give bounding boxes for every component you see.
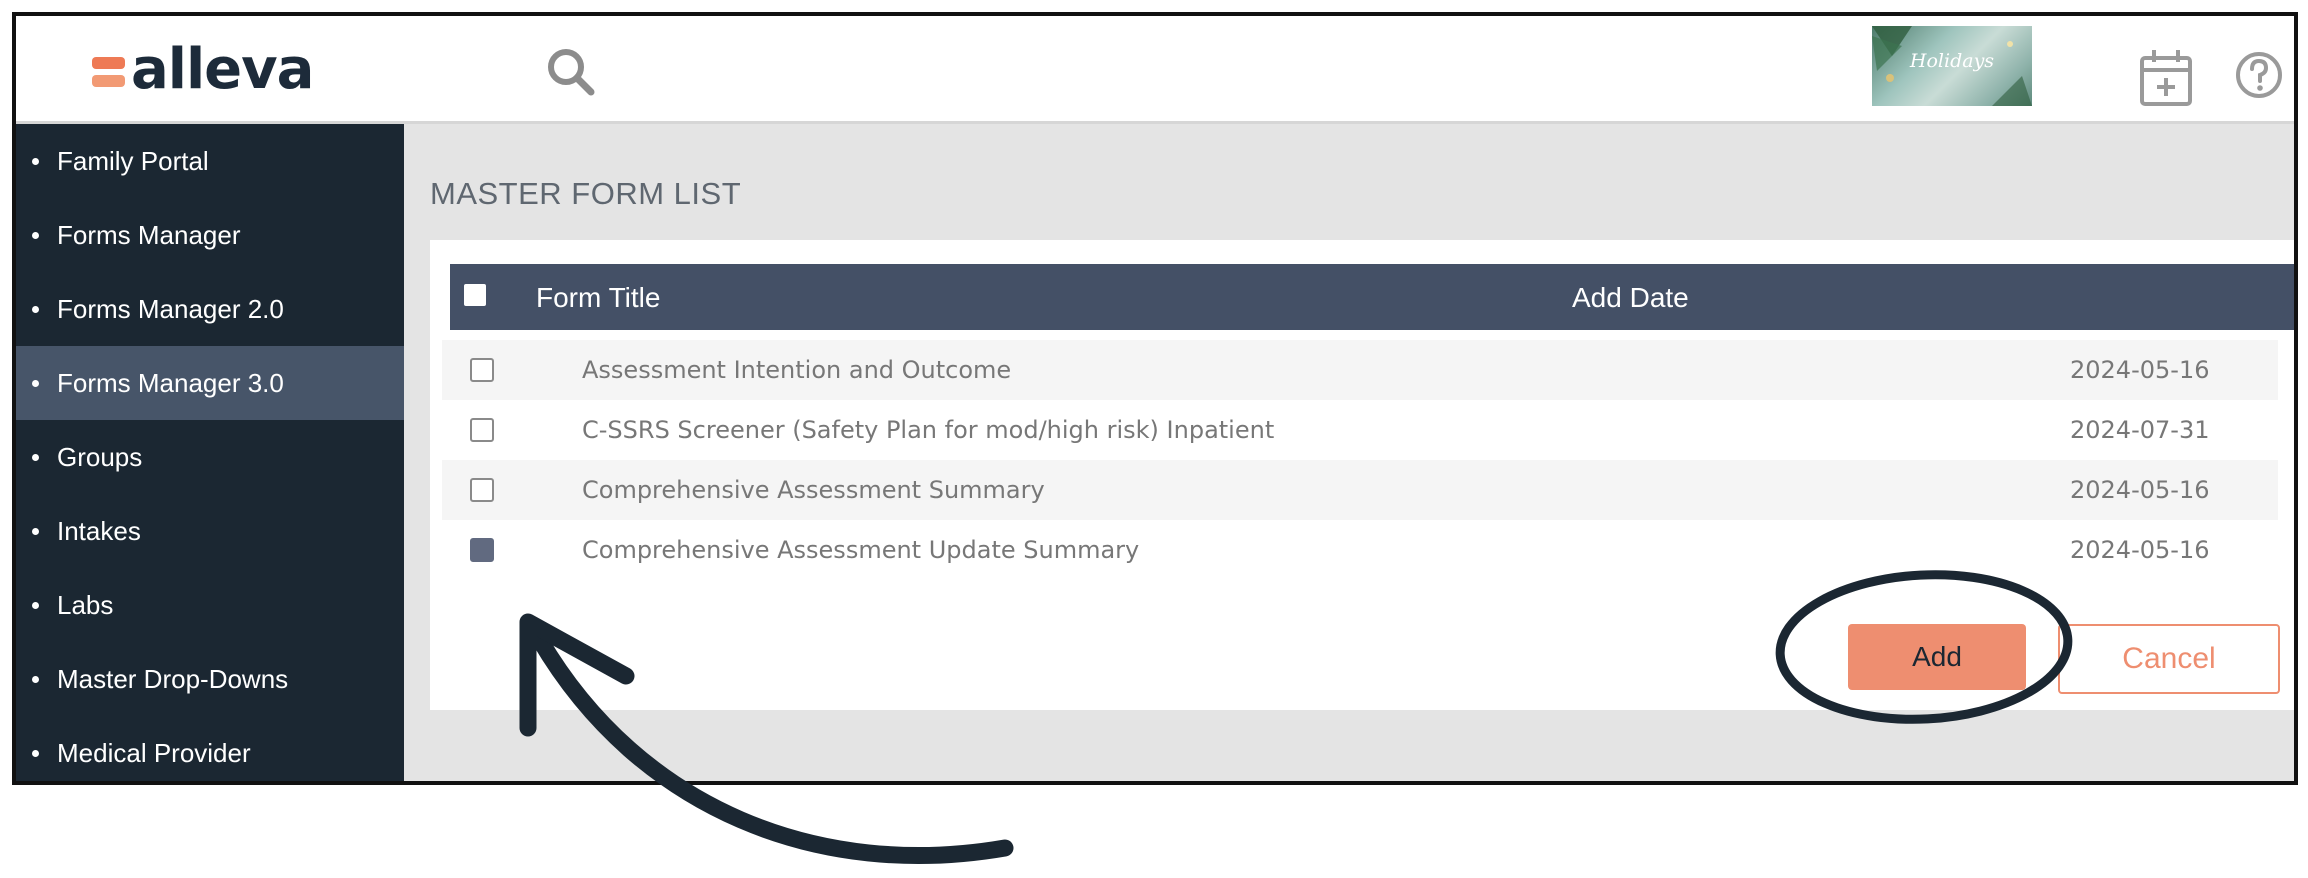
sidebar-item-label: Groups bbox=[57, 441, 143, 472]
sidebar-item-label: Forms Manager bbox=[57, 219, 241, 250]
table-row[interactable]: Comprehensive Assessment Summary 2024-05… bbox=[442, 460, 2278, 520]
alleva-logo[interactable]: alleva bbox=[92, 34, 314, 104]
sidebar-item-master-drop-downs[interactable]: Master Drop-Downs bbox=[16, 642, 404, 716]
add-button[interactable]: Add bbox=[1848, 624, 2026, 690]
sidebar-item-label: Medical Provider bbox=[57, 737, 251, 768]
sidebar-item-label: Forms Manager 2.0 bbox=[57, 293, 284, 324]
app-window: alleva Holidays Family Portal Forms Mana… bbox=[12, 12, 2298, 785]
sidebar-nav: Family Portal Forms Manager Forms Manage… bbox=[16, 124, 404, 781]
add-date: 2024-05-16 bbox=[2070, 536, 2210, 564]
table-row[interactable]: Assessment Intention and Outcome 2024-05… bbox=[442, 340, 2278, 400]
calendar-add-icon[interactable] bbox=[2138, 48, 2194, 108]
sidebar-item-forms-manager-3[interactable]: Forms Manager 3.0 bbox=[16, 346, 404, 420]
row-checkbox[interactable] bbox=[470, 418, 494, 442]
bullet-icon bbox=[32, 527, 39, 535]
sidebar-item-label: Intakes bbox=[57, 515, 141, 546]
add-date: 2024-05-16 bbox=[2070, 476, 2210, 504]
search-icon[interactable] bbox=[543, 44, 599, 100]
row-checkbox[interactable] bbox=[470, 358, 494, 382]
form-list-card: Form Title Add Date Assessment Intention… bbox=[430, 240, 2294, 710]
logo-text: alleva bbox=[131, 36, 314, 102]
sidebar-item-forms-manager[interactable]: Forms Manager bbox=[16, 198, 404, 272]
help-icon[interactable] bbox=[2234, 50, 2284, 100]
holiday-banner-text: Holidays bbox=[1909, 50, 1995, 72]
cancel-button[interactable]: Cancel bbox=[2058, 624, 2280, 694]
holiday-banner-image: Holidays bbox=[1872, 26, 2032, 106]
add-date: 2024-05-16 bbox=[2070, 356, 2210, 384]
sidebar-item-label: Labs bbox=[57, 589, 114, 620]
bullet-icon bbox=[32, 675, 39, 683]
main-content: MASTER FORM LIST Form Title Add Date Ass… bbox=[404, 124, 2294, 781]
sidebar-item-label: Master Drop-Downs bbox=[57, 663, 289, 694]
table-row[interactable]: Comprehensive Assessment Update Summary … bbox=[442, 520, 2278, 580]
sidebar-item-medical-provider[interactable]: Medical Provider bbox=[16, 716, 404, 781]
table-header: Form Title Add Date bbox=[450, 264, 2294, 330]
bullet-icon bbox=[32, 749, 39, 757]
sidebar-item-groups[interactable]: Groups bbox=[16, 420, 404, 494]
page-title: MASTER FORM LIST bbox=[430, 176, 742, 211]
row-checkbox-checked[interactable] bbox=[470, 538, 494, 562]
form-title: Comprehensive Assessment Update Summary bbox=[582, 536, 1140, 564]
select-all-checkbox[interactable] bbox=[464, 284, 486, 306]
bullet-icon bbox=[32, 231, 39, 239]
sidebar-item-label: Forms Manager 3.0 bbox=[57, 367, 284, 398]
bullet-icon bbox=[32, 157, 39, 165]
top-header: alleva Holidays bbox=[16, 16, 2294, 124]
sidebar-item-labs[interactable]: Labs bbox=[16, 568, 404, 642]
bullet-icon bbox=[32, 453, 39, 461]
form-title: Comprehensive Assessment Summary bbox=[582, 476, 1045, 504]
sidebar-item-family-portal[interactable]: Family Portal bbox=[16, 124, 404, 198]
bullet-icon bbox=[32, 305, 39, 313]
column-header-form-title: Form Title bbox=[536, 282, 661, 313]
sidebar-item-intakes[interactable]: Intakes bbox=[16, 494, 404, 568]
bullet-icon bbox=[32, 379, 39, 387]
sidebar-item-label: Family Portal bbox=[57, 145, 209, 176]
column-header-add-date: Add Date bbox=[1572, 282, 1689, 313]
add-date: 2024-07-31 bbox=[2070, 416, 2210, 444]
row-checkbox[interactable] bbox=[470, 478, 494, 502]
sidebar-item-forms-manager-2[interactable]: Forms Manager 2.0 bbox=[16, 272, 404, 346]
form-title: C-SSRS Screener (Safety Plan for mod/hig… bbox=[582, 416, 1275, 444]
table-row[interactable]: C-SSRS Screener (Safety Plan for mod/hig… bbox=[442, 400, 2278, 460]
form-title: Assessment Intention and Outcome bbox=[582, 356, 1012, 384]
logo-mark-icon bbox=[92, 57, 125, 87]
bullet-icon bbox=[32, 601, 39, 609]
